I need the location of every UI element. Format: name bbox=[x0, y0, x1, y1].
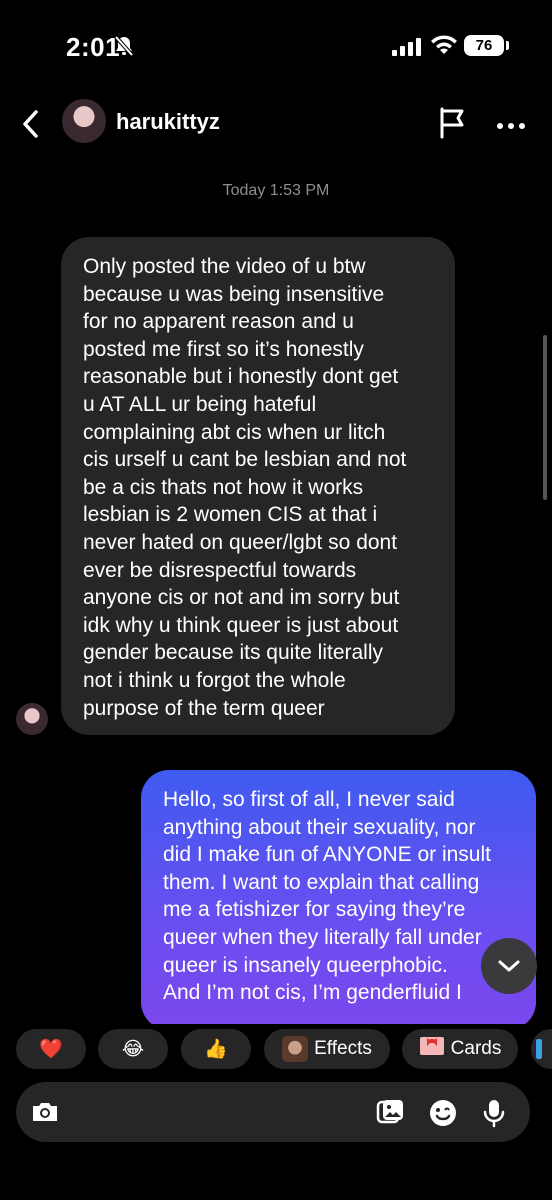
incoming-message-line: not i think u forgot the whole bbox=[83, 668, 346, 692]
chevron-down-icon bbox=[498, 960, 520, 972]
sticker-icon[interactable] bbox=[428, 1098, 458, 1133]
incoming-message-line: lesbian is 2 women CIS at that i bbox=[83, 503, 378, 527]
quick-reactions-bar: ❤️ 😂 👍 Effects Cards bbox=[0, 1024, 552, 1074]
message-composer[interactable] bbox=[16, 1082, 530, 1142]
incoming-message-line: u AT ALL ur being hateful bbox=[83, 392, 317, 416]
back-chevron-icon[interactable] bbox=[20, 109, 42, 144]
incoming-message-line: never hated on queer/lgbt so dont bbox=[83, 530, 398, 554]
chat-header: harukittyz bbox=[0, 95, 552, 155]
camera-icon bbox=[33, 1103, 57, 1121]
outgoing-message-line: queer is insanely queerphobic. bbox=[163, 953, 448, 977]
heart-icon: ❤️ bbox=[39, 1039, 63, 1060]
wifi-icon bbox=[430, 34, 458, 61]
more-chip[interactable] bbox=[531, 1029, 552, 1069]
avatar[interactable] bbox=[62, 99, 106, 143]
sender-avatar[interactable] bbox=[16, 703, 48, 735]
gallery-icon[interactable] bbox=[376, 1098, 404, 1131]
scrollbar[interactable] bbox=[543, 335, 547, 500]
cellular-signal-icon bbox=[392, 38, 422, 61]
incoming-message-line: anyone cis or not and im sorry but bbox=[83, 586, 400, 610]
cards-icon bbox=[419, 1035, 445, 1063]
incoming-message-line: be a cis thats not how it works bbox=[83, 475, 364, 499]
outgoing-message-line: me a fetishizer for saying they’re bbox=[163, 898, 466, 922]
thumbs-up-reaction-chip[interactable]: 👍 bbox=[181, 1029, 251, 1069]
message-timestamp: Today 1:53 PM bbox=[222, 182, 330, 199]
incoming-message-line: for no apparent reason and u bbox=[83, 310, 354, 334]
outgoing-message-bubble[interactable]: Hello, so first of all, I never said anyt… bbox=[141, 770, 536, 1030]
partial-chip-icon bbox=[536, 1039, 542, 1059]
scroll-to-bottom-button[interactable] bbox=[481, 938, 537, 994]
effects-chip[interactable]: Effects bbox=[264, 1029, 390, 1069]
status-bar: 2:01 76 bbox=[0, 0, 552, 90]
outgoing-message-line: And I’m not cis, I’m genderfluid I bbox=[163, 981, 462, 1005]
battery-nub bbox=[506, 41, 509, 50]
incoming-message-line: Only posted the video of u btw bbox=[83, 255, 366, 278]
incoming-message-line: posted me first so it’s honestly bbox=[83, 337, 364, 361]
camera-button[interactable] bbox=[22, 1089, 68, 1135]
bell-muted-icon bbox=[114, 35, 134, 62]
effects-label: Effects bbox=[314, 1038, 372, 1059]
incoming-message-line: reasonable but i honestly dont get bbox=[83, 365, 399, 389]
laughing-emoji-icon: 😂 bbox=[121, 1038, 145, 1060]
cards-chip[interactable]: Cards bbox=[402, 1029, 518, 1069]
outgoing-message-line: queer when they literally fall under bbox=[163, 925, 482, 949]
cards-label: Cards bbox=[450, 1038, 502, 1059]
incoming-message-line: idk why u think queer is just about bbox=[83, 613, 399, 637]
outgoing-message-line: did I make fun of ANYONE or insult bbox=[163, 843, 491, 867]
incoming-message-line: purpose of the term queer bbox=[83, 696, 325, 720]
status-time: 2:01 bbox=[66, 32, 121, 62]
microphone-icon[interactable] bbox=[482, 1098, 506, 1133]
incoming-message-line: cis urself u cant be lesbian and not bbox=[83, 448, 407, 472]
incoming-message-line: because u was being insensitive bbox=[83, 282, 385, 306]
incoming-message-line: ever be disrespectful towards bbox=[83, 558, 357, 582]
outgoing-message-line: them. I want to explain that calling bbox=[163, 870, 480, 894]
thumbs-up-icon: 👍 bbox=[204, 1039, 228, 1060]
incoming-message-line: gender because its quite literally bbox=[83, 641, 384, 665]
effects-icon bbox=[282, 1036, 309, 1062]
flag-icon[interactable] bbox=[438, 107, 468, 144]
heart-reaction-chip[interactable]: ❤️ bbox=[16, 1029, 86, 1069]
outgoing-message-line: Hello, so first of all, I never said bbox=[163, 788, 455, 811]
outgoing-message-line: anything about their sexuality, nor bbox=[163, 815, 476, 839]
laughing-reaction-chip[interactable]: 😂 bbox=[98, 1029, 168, 1069]
chat-username[interactable]: harukittyz bbox=[116, 109, 220, 135]
incoming-message-bubble[interactable]: Only posted the video of u btw because u … bbox=[61, 237, 455, 735]
more-options-icon[interactable] bbox=[496, 117, 526, 135]
incoming-message-line: complaining abt cis when ur litch bbox=[83, 420, 386, 444]
battery-level: 76 bbox=[464, 35, 504, 56]
